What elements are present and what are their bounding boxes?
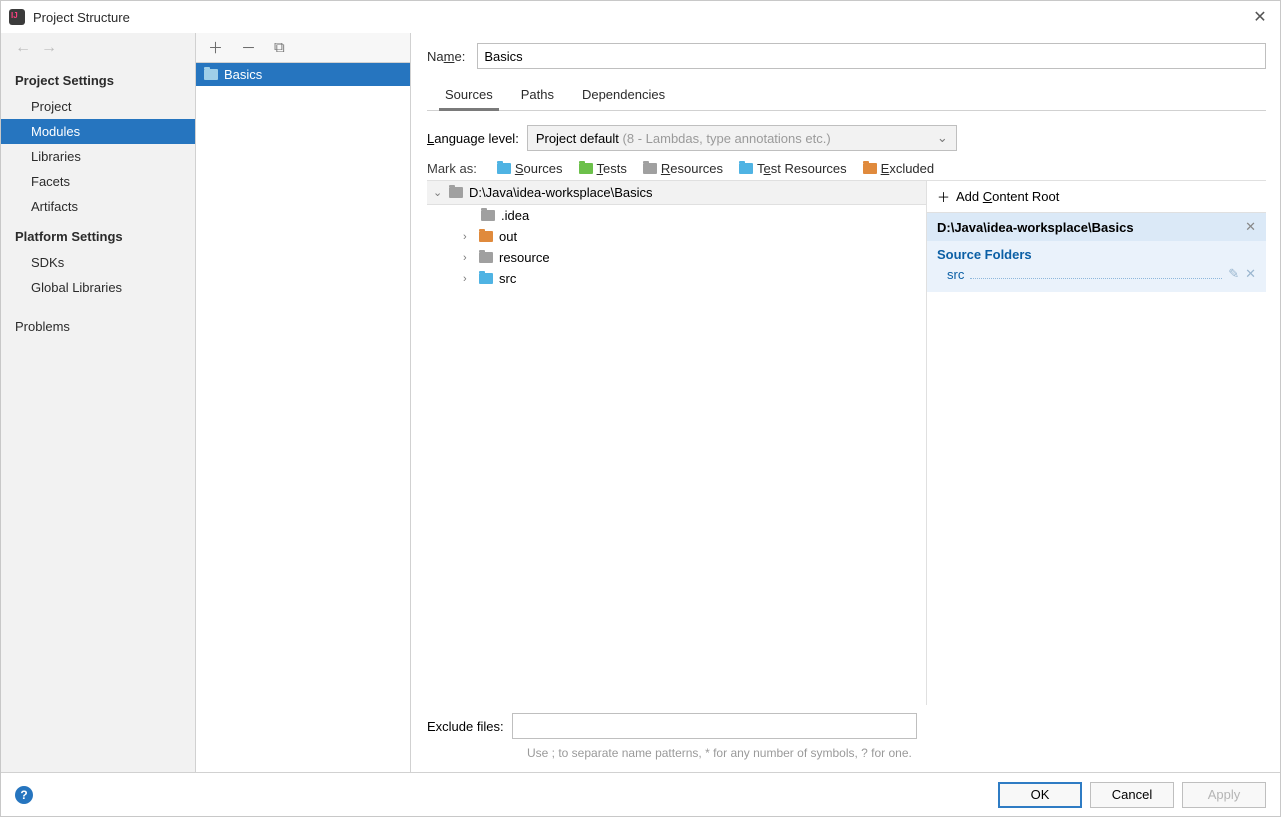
mark-tests[interactable]: Tests xyxy=(579,161,627,176)
body: ← → Project Settings Project Modules Lib… xyxy=(1,33,1280,772)
sidebar-item-facets[interactable]: Facets xyxy=(1,169,195,194)
sidebar-item-project[interactable]: Project xyxy=(1,94,195,119)
folder-blue-icon xyxy=(497,163,511,174)
folder-icon xyxy=(449,187,463,198)
mark-sources[interactable]: Sources xyxy=(497,161,563,176)
chevron-down-icon: ⌄ xyxy=(937,130,948,146)
remove-icon[interactable]: ✕ xyxy=(1245,266,1256,282)
back-icon[interactable]: ← xyxy=(15,39,31,57)
help-icon[interactable]: ? xyxy=(15,786,33,804)
language-level-hint: (8 - Lambdas, type annotations etc.) xyxy=(623,131,831,146)
folder-orange-icon xyxy=(863,163,877,174)
ok-button[interactable]: OK xyxy=(998,782,1082,808)
tab-sources[interactable]: Sources xyxy=(445,83,493,110)
folder-icon xyxy=(481,210,495,221)
folder-green-icon xyxy=(579,163,593,174)
module-toolbar: ＋ － ⧉ xyxy=(196,33,410,63)
main-column: Name: Sources Paths Dependencies Languag… xyxy=(411,33,1280,772)
exclude-hint: Use ; to separate name patterns, * for a… xyxy=(527,745,947,762)
heading-project-settings: Project Settings xyxy=(1,63,195,94)
titlebar: Project Structure ✕ xyxy=(1,1,1280,33)
source-folders-block: Source Folders src ✎ ✕ xyxy=(927,241,1266,292)
language-level-value: Project default xyxy=(536,131,619,146)
sidebar-item-libraries[interactable]: Libraries xyxy=(1,144,195,169)
name-input[interactable] xyxy=(477,43,1266,69)
content-root-label: D:\Java\idea-worksplace\Basics xyxy=(937,220,1134,235)
mark-excluded[interactable]: Excluded xyxy=(863,161,934,176)
sidebar: ← → Project Settings Project Modules Lib… xyxy=(1,33,196,772)
module-column: ＋ － ⧉ Basics xyxy=(196,33,411,772)
add-icon[interactable]: ＋ xyxy=(208,37,223,58)
cancel-button[interactable]: Cancel xyxy=(1090,782,1174,808)
forward-icon[interactable]: → xyxy=(41,39,57,57)
expand-icon[interactable]: › xyxy=(463,273,473,285)
tree-pane: ⌄ D:\Java\idea-worksplace\Basics .idea ›… xyxy=(427,181,926,705)
module-list: Basics xyxy=(196,63,410,772)
folder-icon xyxy=(479,273,493,284)
sidebar-item-modules[interactable]: Modules xyxy=(1,119,195,144)
mark-as-row: Mark as: Sources Tests Resources Test Re… xyxy=(427,161,1266,176)
folder-icon xyxy=(479,252,493,263)
tree-root-label: D:\Java\idea-worksplace\Basics xyxy=(469,185,653,200)
folder-teal-icon xyxy=(739,163,753,174)
sidebar-item-global-libraries[interactable]: Global Libraries xyxy=(1,275,195,300)
expand-icon[interactable]: › xyxy=(463,252,473,264)
tab-dependencies[interactable]: Dependencies xyxy=(582,83,665,110)
tree-item-label: src xyxy=(499,271,516,286)
tab-paths[interactable]: Paths xyxy=(521,83,554,110)
folder-icon xyxy=(479,231,493,242)
apply-button[interactable]: Apply xyxy=(1182,782,1266,808)
expand-icon[interactable]: › xyxy=(463,231,473,243)
plus-icon: ＋ xyxy=(937,187,950,206)
module-tabs: Sources Paths Dependencies xyxy=(427,83,1266,111)
nav-arrows: ← → xyxy=(1,33,195,63)
source-folder-item[interactable]: src ✎ ✕ xyxy=(937,266,1256,282)
copy-icon[interactable]: ⧉ xyxy=(274,39,285,56)
module-item-basics[interactable]: Basics xyxy=(196,63,410,86)
sidebar-item-sdks[interactable]: SDKs xyxy=(1,250,195,275)
mark-as-label: Mark as: xyxy=(427,161,477,176)
tree-item-label: .idea xyxy=(501,208,529,223)
tree-root[interactable]: ⌄ D:\Java\idea-worksplace\Basics xyxy=(427,181,926,205)
tree-item-out[interactable]: › out xyxy=(427,226,926,247)
module-folder-icon xyxy=(204,69,218,80)
remove-root-icon[interactable]: ✕ xyxy=(1245,219,1256,235)
close-icon[interactable]: ✕ xyxy=(1248,7,1272,27)
sidebar-item-artifacts[interactable]: Artifacts xyxy=(1,194,195,219)
heading-platform-settings: Platform Settings xyxy=(1,219,195,250)
window-title: Project Structure xyxy=(33,10,1248,25)
intellij-icon xyxy=(9,9,25,25)
edit-icon[interactable]: ✎ xyxy=(1228,266,1239,282)
folder-grey-icon xyxy=(643,163,657,174)
name-row: Name: xyxy=(427,43,1266,69)
tree-item-label: out xyxy=(499,229,517,244)
source-folders-heading: Source Folders xyxy=(937,247,1256,262)
dots xyxy=(970,269,1222,279)
content-row: ⌄ D:\Java\idea-worksplace\Basics .idea ›… xyxy=(427,180,1266,705)
tree-item-label: resource xyxy=(499,250,550,265)
add-content-root-button[interactable]: ＋ Add Content Root xyxy=(927,181,1266,213)
exclude-row: Exclude files: xyxy=(427,713,1266,739)
right-pane: ＋ Add Content Root D:\Java\idea-workspla… xyxy=(926,181,1266,705)
sidebar-item-problems[interactable]: Problems xyxy=(1,314,195,339)
remove-icon[interactable]: － xyxy=(241,37,256,58)
exclude-input[interactable] xyxy=(512,713,917,739)
tree-item-idea[interactable]: .idea xyxy=(427,205,926,226)
language-level-row: Language level: Project default (8 - Lam… xyxy=(427,125,1266,151)
content-root-path[interactable]: D:\Java\idea-worksplace\Basics ✕ xyxy=(927,213,1266,241)
exclude-label: Exclude files: xyxy=(427,719,504,734)
name-label: Name: xyxy=(427,49,465,64)
footer: ? OK Cancel Apply xyxy=(1,772,1280,816)
module-item-label: Basics xyxy=(224,67,262,82)
language-level-select[interactable]: Project default (8 - Lambdas, type annot… xyxy=(527,125,957,151)
tree-item-src[interactable]: › src xyxy=(427,268,926,289)
tree-item-resource[interactable]: › resource xyxy=(427,247,926,268)
language-level-label: Language level: xyxy=(427,131,519,146)
mark-test-resources[interactable]: Test Resources xyxy=(739,161,847,176)
mark-resources[interactable]: Resources xyxy=(643,161,723,176)
collapse-icon[interactable]: ⌄ xyxy=(433,186,443,199)
source-folder-label: src xyxy=(947,267,964,282)
